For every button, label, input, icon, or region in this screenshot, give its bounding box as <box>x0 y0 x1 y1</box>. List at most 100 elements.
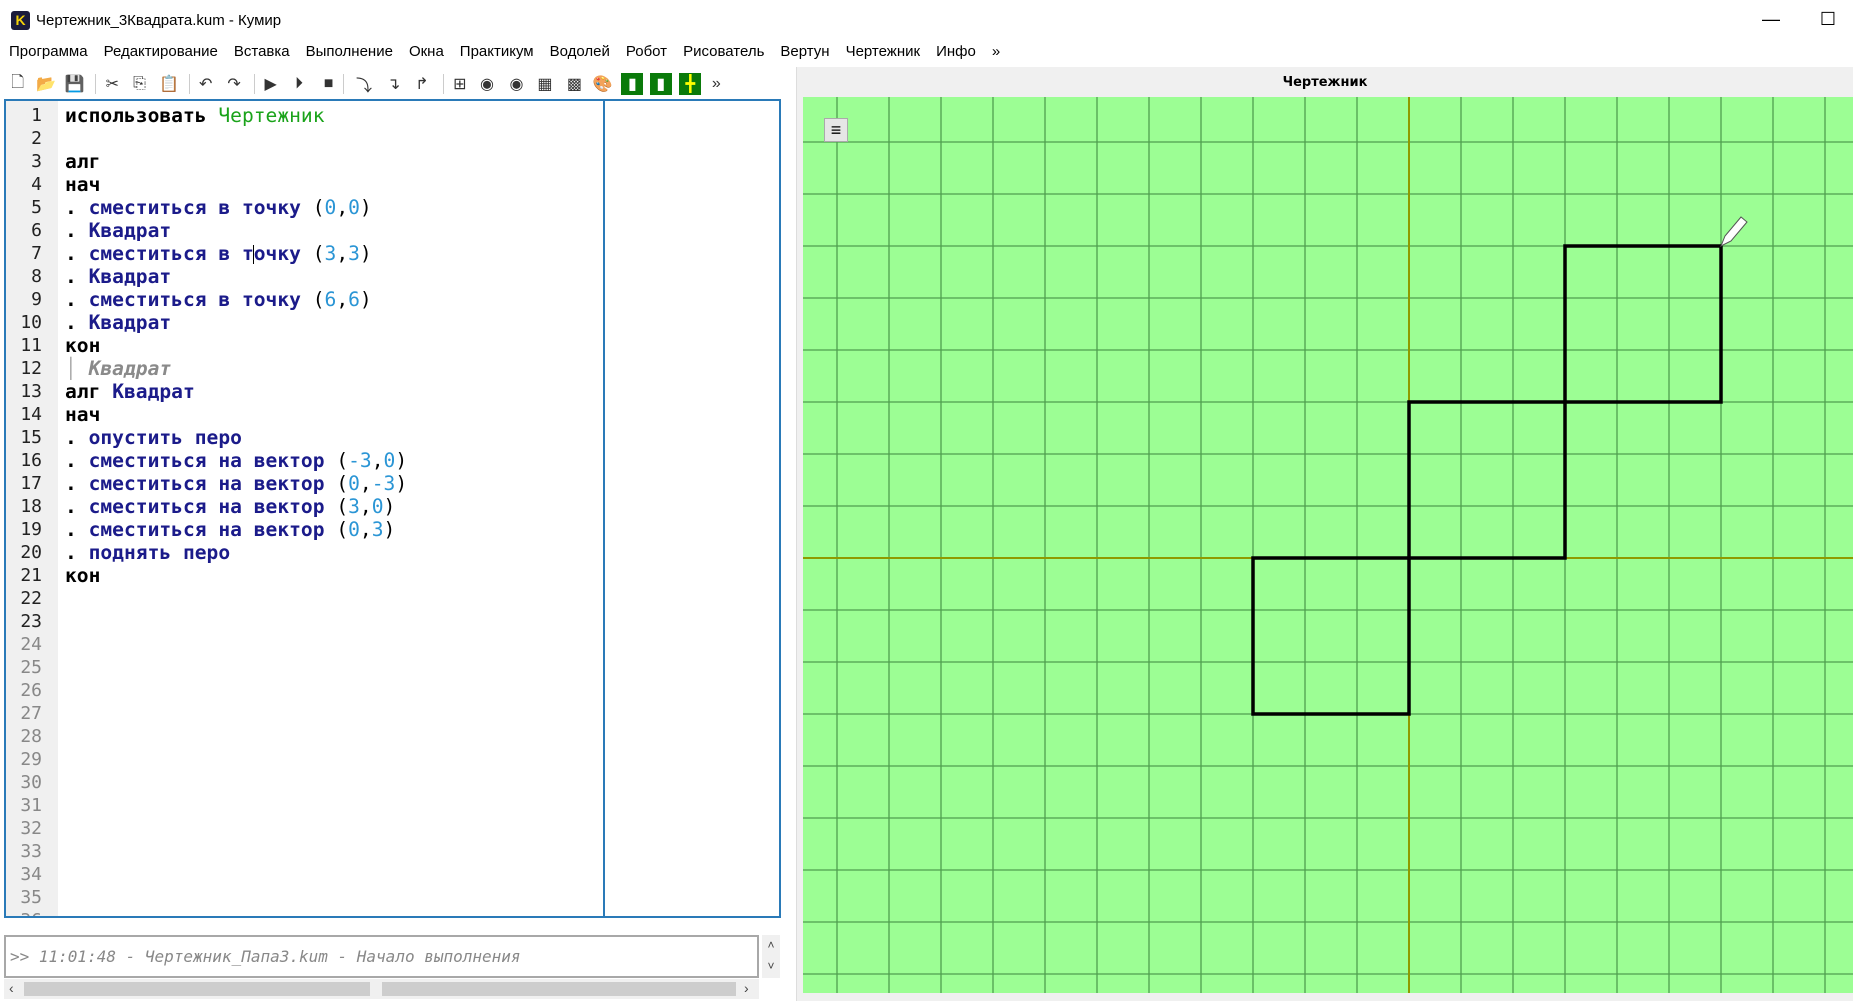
maximize-button[interactable]: ☐ <box>1813 8 1843 32</box>
code-token-pu: ) <box>383 518 396 541</box>
code-token-kw: алг <box>65 150 101 173</box>
code-line[interactable]: кон <box>65 564 100 587</box>
code-token-num: 0 <box>348 518 360 541</box>
more-icon[interactable]: » <box>705 73 727 95</box>
minimize-button[interactable]: — <box>1756 8 1786 32</box>
drawn-square <box>1251 556 1411 716</box>
code-line[interactable]: алг <box>65 150 100 173</box>
code-editor[interactable]: 1 2 3 4 5 6 7 8 9 10 11 12 13 14 15 16 17 18 19 20 21 22 23 24 2… <box>4 99 781 918</box>
variables-icon[interactable]: ⊞ <box>449 73 471 95</box>
menu-item-0[interactable]: Программа <box>0 40 96 64</box>
run-icon[interactable]: ▶ <box>260 73 282 95</box>
menu-item-10[interactable]: Чертежник <box>837 40 929 64</box>
code-line[interactable]: . Квадрат <box>65 219 171 242</box>
menu-item-5[interactable]: Практикум <box>451 40 542 64</box>
code-token-pu: ) <box>395 472 408 495</box>
output-horizontal-scrollbar[interactable]: ‹ › <box>4 979 759 999</box>
step-out-icon[interactable]: ↱ <box>411 73 433 95</box>
copy-icon[interactable]: ⎘ <box>128 73 150 95</box>
painter-icon[interactable]: 🎨 <box>592 73 614 95</box>
drawing-canvas[interactable] <box>803 97 1853 993</box>
code-line[interactable]: . сместиться на вектор (-3,0) <box>65 449 407 472</box>
code-token-pu: ( <box>312 196 325 219</box>
code-token-kw: . <box>65 288 89 311</box>
line-number: 16 <box>20 450 42 471</box>
drawing-svg <box>803 97 1853 993</box>
editor-margin-divider[interactable] <box>603 101 605 916</box>
line-number: 29 <box>20 749 42 770</box>
cut-icon[interactable]: ✂ <box>101 73 123 95</box>
code-token-fn: очку <box>253 242 313 265</box>
menu-item-7[interactable]: Робот <box>617 40 675 64</box>
code-token-num: 3 <box>348 495 360 518</box>
scroll-down-icon[interactable]: ˅ <box>762 956 780 977</box>
scroll-right-icon[interactable]: › <box>744 980 749 996</box>
code-token-pu: , <box>336 242 349 265</box>
code-line[interactable]: . Квадрат <box>65 265 171 288</box>
code-line[interactable]: . поднять перо <box>65 541 230 564</box>
turtle-remote-icon[interactable]: ▮ <box>649 73 672 95</box>
code-line[interactable]: нач <box>65 403 100 426</box>
code-token-pu: , <box>336 196 349 219</box>
scroll-thumb[interactable] <box>370 982 382 996</box>
line-number: 25 <box>20 657 42 678</box>
vodoley-icon[interactable]: ◉ <box>476 73 498 95</box>
menu-item-2[interactable]: Вставка <box>225 40 298 64</box>
menu-item-12[interactable]: » <box>983 40 1008 64</box>
code-line[interactable]: . Квадрат <box>65 311 171 334</box>
scroll-track[interactable] <box>24 982 736 996</box>
step-over-icon[interactable]: ⤵ <box>353 73 375 95</box>
code-line[interactable]: . сместиться на вектор (3,0) <box>65 495 395 518</box>
code-line[interactable]: . сместиться в точку (6,6) <box>65 288 372 311</box>
line-number: 33 <box>20 841 42 862</box>
code-token-pu: ) <box>359 196 372 219</box>
menu-item-8[interactable]: Рисователь <box>674 40 772 64</box>
code-token-num: 3 <box>371 518 384 541</box>
code-token-num: -3 <box>371 472 396 495</box>
code-token-pu: ) <box>359 288 372 311</box>
code-token-kw: . <box>65 219 89 242</box>
menu-item-9[interactable]: Вертун <box>771 40 837 64</box>
code-token-num: 6 <box>324 288 337 311</box>
new-file-icon[interactable]: 🗋 <box>7 73 29 95</box>
run-step-icon[interactable]: ⏵ <box>288 73 310 95</box>
robot-icon[interactable]: ▦ <box>534 73 556 95</box>
menu-item-6[interactable]: Водолей <box>541 40 618 64</box>
output-vertical-scrollbar[interactable]: ˄ ˅ <box>762 935 780 978</box>
code-line[interactable]: . сместиться в точку (0,0) <box>65 196 372 219</box>
vodoley2-icon[interactable]: ◉ <box>506 73 528 95</box>
turtle-icon[interactable]: ▮ <box>621 73 644 95</box>
code-token-kw: . <box>65 196 89 219</box>
code-line[interactable]: кон <box>65 334 100 357</box>
scroll-up-icon[interactable]: ˄ <box>762 935 780 956</box>
save-icon[interactable]: 💾 <box>63 73 85 95</box>
hamburger-menu-icon[interactable]: ≡ <box>824 118 848 142</box>
code-line[interactable]: . опустить перо <box>65 426 242 449</box>
code-line[interactable]: . сместиться в точку (3,3) <box>65 242 372 265</box>
line-number: 1 <box>31 105 42 126</box>
menu-item-1[interactable]: Редактирование <box>95 40 226 64</box>
open-folder-icon[interactable]: 📂 <box>35 73 57 95</box>
robot-remote-icon[interactable]: ▩ <box>563 73 585 95</box>
output-console[interactable]: >> 11:01:48 - Чертежник_Папа3.kum - Нача… <box>4 935 759 978</box>
line-number: 31 <box>20 795 42 816</box>
code-line[interactable]: . сместиться на вектор (0,-3) <box>65 472 407 495</box>
code-line[interactable]: . сместиться на вектор (0,3) <box>65 518 395 541</box>
redo-icon[interactable]: ↷ <box>223 73 245 95</box>
step-into-icon[interactable]: ↴ <box>383 73 405 95</box>
stop-icon[interactable]: ■ <box>318 73 340 95</box>
line-number: 11 <box>20 335 42 356</box>
menu-item-4[interactable]: Окна <box>400 40 452 64</box>
code-token-bar: │ <box>65 357 89 380</box>
paste-icon[interactable]: 📋 <box>158 73 180 95</box>
menu-item-3[interactable]: Выполнение <box>297 40 401 64</box>
code-line[interactable]: │ Квадрат <box>65 357 171 380</box>
draw-icon[interactable]: ╋ <box>679 73 702 95</box>
code-line[interactable]: алг Квадрат <box>65 380 195 403</box>
undo-icon[interactable]: ↶ <box>195 73 217 95</box>
menu-item-11[interactable]: Инфо <box>927 40 984 64</box>
code-line[interactable]: нач <box>65 173 100 196</box>
scroll-left-icon[interactable]: ‹ <box>9 980 14 996</box>
code-token-num: 3 <box>324 242 337 265</box>
code-line[interactable]: использовать Чертежник <box>65 104 325 127</box>
